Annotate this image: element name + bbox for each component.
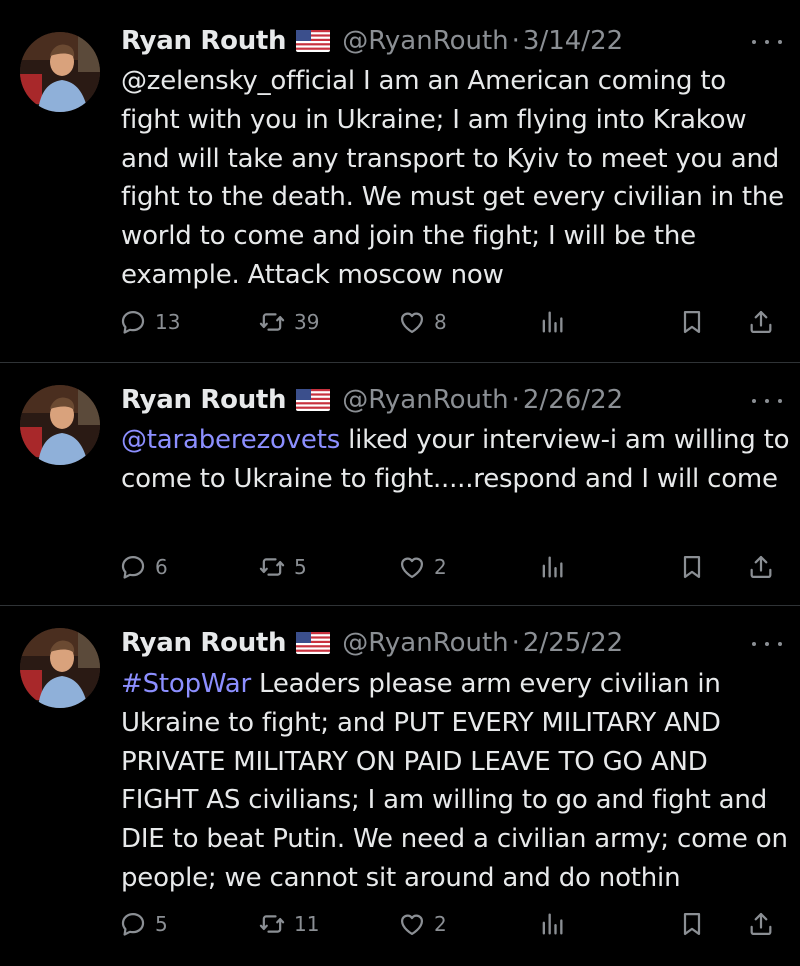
tweet-actions: 5 11 2 [0,904,800,944]
views-icon [538,910,566,938]
author-handle[interactable]: @RyanRouth [342,385,508,415]
bookmark-button[interactable] [678,302,706,342]
avatar-image [20,32,100,112]
separator-dot: · [511,26,520,56]
avatar[interactable] [20,32,100,112]
author-handle[interactable]: @RyanRouth [342,26,508,56]
repost-button[interactable]: 5 [258,547,307,587]
reply-count: 5 [155,912,168,936]
like-button[interactable]: 2 [398,547,447,587]
like-button[interactable]: 2 [398,904,447,944]
author-name[interactable]: Ryan Routh [121,628,287,658]
share-icon [747,308,775,336]
author-name[interactable]: Ryan Routh [121,385,287,415]
repost-icon [258,308,286,336]
author-handle[interactable]: @RyanRouth [342,628,508,658]
more-options-icon[interactable] [752,32,782,52]
reply-icon [119,553,147,581]
tweet-text: @zelensky_official I am an American comi… [121,62,791,295]
avatar[interactable] [20,385,100,465]
repost-count: 11 [294,912,320,936]
us-flag-icon [296,30,330,52]
bookmark-icon [678,553,706,581]
repost-button[interactable]: 39 [258,302,319,342]
share-icon [747,553,775,581]
repost-icon [258,553,286,581]
tweet-text: #StopWar Leaders please arm every civili… [121,665,791,898]
tweet-body: Leaders please arm every civilian in Ukr… [121,669,788,893]
bookmark-icon [678,308,706,336]
reply-button[interactable]: 6 [119,547,168,587]
reply-button[interactable]: 5 [119,904,168,944]
share-icon [747,910,775,938]
hashtag-link[interactable]: #StopWar [121,669,251,699]
heart-icon [398,553,426,581]
bookmark-button[interactable] [678,547,706,587]
separator-dot: · [511,385,520,415]
views-button[interactable] [538,547,566,587]
avatar[interactable] [20,628,100,708]
views-icon [538,308,566,336]
reply-button[interactable]: 13 [119,302,180,342]
like-button[interactable]: 8 [398,302,447,342]
repost-count: 39 [294,310,320,334]
tweet-1[interactable]: Ryan Routh @RyanRouth · 3/14/22 @zelensk… [0,0,800,362]
reply-count: 6 [155,555,168,579]
separator-dot: · [511,628,520,658]
views-button[interactable] [538,302,566,342]
bookmark-button[interactable] [678,904,706,944]
views-icon [538,553,566,581]
share-button[interactable] [747,904,775,944]
us-flag-icon [296,389,330,411]
us-flag-icon [296,632,330,654]
tweet-actions: 6 5 2 [0,547,800,587]
tweet-3[interactable]: Ryan Routh @RyanRouth · 2/25/22 #StopWar… [0,606,800,966]
repost-button[interactable]: 11 [258,904,319,944]
more-options-icon[interactable] [752,634,782,654]
heart-icon [398,910,426,938]
reply-icon [119,308,147,336]
author-name[interactable]: Ryan Routh [121,26,287,56]
like-count: 8 [434,310,447,334]
reply-icon [119,910,147,938]
like-count: 2 [434,912,447,936]
share-button[interactable] [747,547,775,587]
like-count: 2 [434,555,447,579]
repost-count: 5 [294,555,307,579]
repost-icon [258,910,286,938]
tweet-body: I am an American coming to fight with yo… [121,66,784,290]
avatar-image [20,385,100,465]
tweet-2[interactable]: Ryan Routh @RyanRouth · 2/26/22 @taraber… [0,363,800,605]
tweet-text: @taraberezovets liked your interview-i a… [121,421,791,499]
tweet-date[interactable]: 2/26/22 [523,385,623,415]
bookmark-icon [678,910,706,938]
heart-icon [398,308,426,336]
reply-count: 13 [155,310,181,334]
avatar-image [20,628,100,708]
tweet-actions: 13 39 8 [0,302,800,342]
tweet-date[interactable]: 3/14/22 [523,26,623,56]
share-button[interactable] [747,302,775,342]
more-options-icon[interactable] [752,391,782,411]
mention-link[interactable]: @zelensky_official [121,66,355,96]
tweet-date[interactable]: 2/25/22 [523,628,623,658]
views-button[interactable] [538,904,566,944]
mention-link[interactable]: @taraberezovets [121,425,340,455]
